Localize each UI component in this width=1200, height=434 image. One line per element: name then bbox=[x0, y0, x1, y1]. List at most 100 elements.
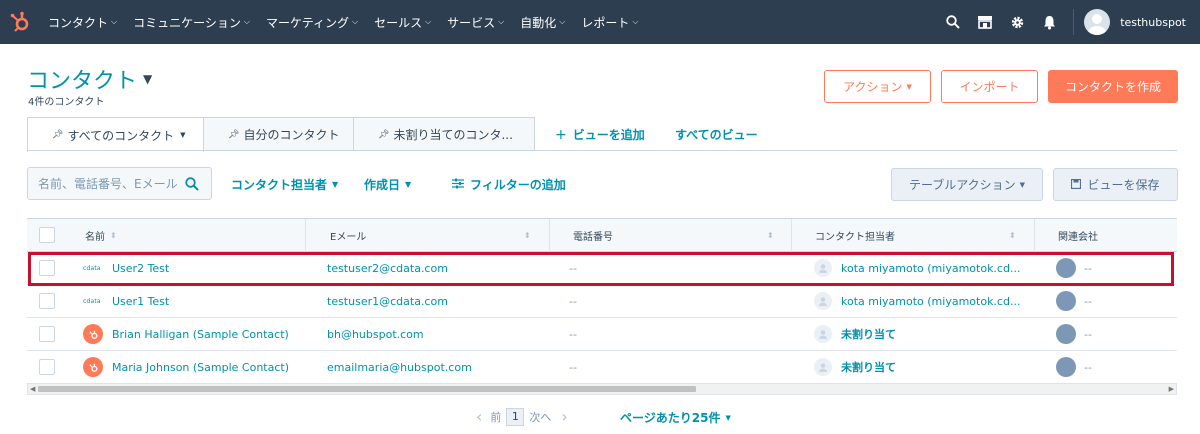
notifications-bell-icon[interactable] bbox=[1033, 0, 1065, 44]
column-header-phone[interactable]: 電話番号 bbox=[573, 219, 613, 252]
table-row[interactable]: Brian Halligan (Sample Contact) bh@hubsp… bbox=[27, 318, 1177, 351]
caret-down-icon: ▼ bbox=[725, 413, 731, 422]
contacts-table: 名前 ⬍ Eメール ⬍ 電話番号 ⬍ コンタクト担当者 ⬍ 関連会社 cdata … bbox=[27, 218, 1177, 384]
chevron-down-icon: ⌵ bbox=[559, 17, 566, 26]
add-filter-link[interactable]: フィルターの追加 bbox=[452, 176, 566, 193]
import-button[interactable]: インポート bbox=[941, 70, 1038, 103]
table-row[interactable]: cdata User2 Test testuser2@cdata.com -- … bbox=[27, 252, 1177, 285]
company-cell: -- bbox=[1056, 285, 1166, 317]
account-name[interactable]: testhubspot bbox=[1120, 16, 1186, 29]
nav-reports[interactable]: レポート ⌵ bbox=[581, 14, 638, 31]
sort-icon[interactable]: ⬍ bbox=[767, 219, 774, 252]
company-avatar bbox=[1056, 258, 1076, 278]
tab-all-contacts[interactable]: 📌︎ すべてのコンタクト ▼ bbox=[27, 117, 204, 152]
row-checkbox[interactable] bbox=[39, 293, 55, 309]
created-date-filter[interactable]: 作成日 ▼ bbox=[364, 176, 411, 193]
scroll-left-arrow-icon[interactable]: ◀ bbox=[30, 384, 35, 394]
nav-contacts[interactable]: コンタクト ⌵ bbox=[48, 14, 117, 31]
row-checkbox[interactable] bbox=[39, 359, 55, 375]
search-field[interactable] bbox=[27, 167, 212, 200]
view-tabs: 📌︎ すべてのコンタクト ▼ 📌︎ 自分のコンタクト 📌︎ 未割り当てのコンタ... bbox=[27, 117, 535, 152]
prev-page-link[interactable]: 前 bbox=[490, 409, 501, 425]
name-cell: Brian Halligan (Sample Contact) bbox=[83, 318, 303, 350]
owner-avatar-icon bbox=[814, 358, 832, 376]
table-row[interactable]: Maria Johnson (Sample Contact) emailmari… bbox=[27, 351, 1177, 384]
nav-conversations[interactable]: コミュニケーション ⌵ bbox=[133, 14, 250, 31]
table-actions-button[interactable]: テーブルアクション ▼ bbox=[891, 168, 1043, 201]
column-header-company[interactable]: 関連会社 bbox=[1058, 219, 1098, 252]
save-view-button[interactable]: ビューを保存 bbox=[1053, 168, 1178, 201]
hubspot-sprocket-icon bbox=[83, 357, 103, 377]
plus-icon: + bbox=[555, 126, 567, 143]
user-avatar[interactable] bbox=[1084, 9, 1111, 35]
email-cell[interactable]: testuser2@cdata.com bbox=[327, 252, 547, 284]
nav-service[interactable]: サービス ⌵ bbox=[447, 14, 504, 31]
gear-icon[interactable] bbox=[1001, 0, 1033, 44]
row-checkbox[interactable] bbox=[39, 260, 55, 276]
owner-name: kota miyamoto (miyamotok.cd... bbox=[841, 294, 1021, 308]
chevron-right-icon[interactable]: › bbox=[561, 407, 567, 426]
nav-marketing[interactable]: マーケティング ⌵ bbox=[266, 14, 358, 31]
horizontal-scrollbar[interactable]: ◀ ▶ bbox=[27, 383, 1177, 395]
all-views-link[interactable]: すべてのビュー bbox=[675, 126, 758, 143]
phone-cell: -- bbox=[569, 360, 577, 374]
create-contact-button[interactable]: コンタクトを作成 bbox=[1048, 70, 1178, 103]
search-input[interactable] bbox=[38, 176, 178, 191]
search-icon[interactable] bbox=[185, 176, 199, 195]
owner-filter[interactable]: コンタクト担当者 ▼ bbox=[231, 176, 338, 193]
contact-name-link[interactable]: Maria Johnson (Sample Contact) bbox=[112, 361, 289, 374]
row-checkbox[interactable] bbox=[39, 326, 55, 342]
email-cell[interactable]: testuser1@cdata.com bbox=[327, 285, 547, 317]
owner-cell[interactable]: 未割り当て bbox=[814, 351, 1029, 383]
column-header-owner[interactable]: コンタクト担当者 bbox=[815, 219, 895, 252]
current-page[interactable]: 1 bbox=[506, 407, 525, 426]
company-avatar bbox=[1056, 324, 1076, 344]
caret-down-icon: ▼ bbox=[906, 82, 912, 91]
owner-cell[interactable]: kota miyamoto (miyamotok.cd... bbox=[814, 285, 1029, 317]
contact-name-link[interactable]: Brian Halligan (Sample Contact) bbox=[112, 328, 289, 341]
phone-cell: -- bbox=[569, 294, 577, 308]
sort-icon[interactable]: ⬍ bbox=[524, 219, 531, 252]
contact-count: 4件のコンタクト bbox=[28, 97, 105, 108]
table-row[interactable]: cdata User1 Test testuser1@cdata.com -- … bbox=[27, 285, 1177, 318]
marketplace-icon[interactable] bbox=[969, 0, 1001, 44]
owner-cell[interactable]: 未割り当て bbox=[814, 318, 1029, 350]
tab-my-contacts[interactable]: 📌︎ 自分のコンタクト bbox=[203, 117, 354, 151]
owner-cell[interactable]: kota miyamoto (miyamotok.cd... bbox=[814, 252, 1029, 284]
select-all-checkbox[interactable] bbox=[39, 227, 55, 243]
chevron-down-icon: ⌵ bbox=[111, 17, 118, 26]
hubspot-logo-icon[interactable] bbox=[6, 0, 34, 44]
email-cell[interactable]: bh@hubspot.com bbox=[327, 318, 547, 350]
tab-unassigned-contacts[interactable]: 📌︎ 未割り当てのコンタ... bbox=[353, 117, 535, 151]
contact-name-link[interactable]: User2 Test bbox=[112, 262, 169, 275]
search-icon[interactable] bbox=[937, 0, 969, 44]
pin-icon: 📌︎ bbox=[52, 130, 64, 140]
per-page-select[interactable]: ページあたり25件 ▼ bbox=[620, 409, 731, 426]
actions-button[interactable]: アクション ▼ bbox=[824, 70, 931, 103]
caret-down-icon: ▼ bbox=[143, 72, 153, 86]
pin-icon: 📌︎ bbox=[228, 129, 240, 140]
nav-automation[interactable]: 自動化 ⌵ bbox=[520, 14, 565, 31]
caret-down-icon: ▼ bbox=[405, 180, 412, 189]
column-header-name[interactable]: 名前 ⬍ bbox=[85, 219, 117, 252]
chevron-left-icon[interactable]: ‹ bbox=[476, 407, 482, 426]
owner-avatar-icon bbox=[814, 325, 832, 343]
tabs-divider bbox=[27, 150, 1177, 151]
next-page-link[interactable]: 次へ bbox=[529, 409, 551, 425]
column-divider bbox=[791, 219, 792, 252]
scroll-right-arrow-icon[interactable]: ▶ bbox=[1169, 384, 1174, 394]
chevron-down-icon: ⌵ bbox=[425, 17, 432, 26]
scrollbar-thumb[interactable] bbox=[38, 386, 696, 392]
sort-icon[interactable]: ⬍ bbox=[1009, 219, 1016, 252]
nav-sales[interactable]: セールス ⌵ bbox=[374, 14, 431, 31]
owner-name: kota miyamoto (miyamotok.cd... bbox=[841, 261, 1021, 275]
owner-name: 未割り当て bbox=[841, 328, 896, 341]
add-view-link[interactable]: + ビューを追加 bbox=[555, 126, 645, 143]
chevron-down-icon: ⌵ bbox=[632, 17, 639, 26]
column-header-email[interactable]: Eメール bbox=[330, 219, 366, 252]
contact-name-link[interactable]: User1 Test bbox=[112, 295, 169, 308]
owner-avatar-icon bbox=[814, 292, 832, 310]
email-cell[interactable]: emailmaria@hubspot.com bbox=[327, 351, 547, 383]
page-title[interactable]: コンタクト ▼ bbox=[27, 63, 152, 95]
cdata-logo: cdata bbox=[83, 264, 101, 272]
